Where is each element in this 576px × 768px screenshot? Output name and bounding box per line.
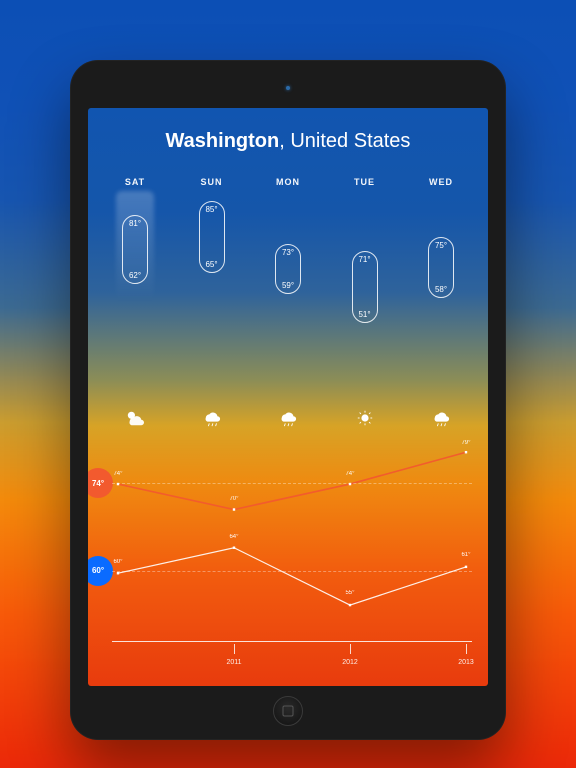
forecast-row: SAT 81° 62° SUN 85° 65° MON 73° 59° TUE 71° 51° WED 7…	[104, 177, 472, 385]
temp-range-pill: 71° 51°	[352, 251, 378, 323]
day-column-mon[interactable]: MON 73° 59°	[257, 177, 319, 385]
rain-icon	[181, 409, 243, 427]
app-screen[interactable]: Washington, United States SAT 81° 62° SUN 85…	[88, 108, 488, 686]
temp-high: 81°	[129, 219, 141, 228]
x-tick-label: 2013	[458, 659, 474, 666]
temp-low: 62°	[129, 271, 141, 280]
data-label: 79°	[461, 440, 470, 446]
x-tick	[350, 644, 351, 654]
temp-range-pill: 73° 59°	[275, 244, 301, 295]
grid-line	[112, 571, 472, 572]
history-chart: 74° 60° 74° 70° 74° 79° 60° 64° 55° 61° 2011 2012…	[88, 428, 488, 686]
chart-lines	[112, 428, 472, 642]
partly-cloudy-icon	[104, 409, 166, 427]
day-column-tue[interactable]: TUE 71° 51°	[334, 177, 396, 385]
day-label: TUE	[334, 177, 396, 187]
temp-high: 71°	[358, 255, 370, 264]
day-label: SUN	[181, 177, 243, 187]
x-tick	[234, 644, 235, 654]
tablet-frame: Washington, United States SAT 81° 62° SUN 85…	[70, 60, 506, 740]
data-label: 60°	[113, 559, 122, 565]
temp-range-pill: 81° 62°	[122, 215, 148, 284]
rain-icon	[410, 409, 472, 427]
title-sep: ,	[279, 130, 290, 152]
city-name: Washington	[166, 130, 280, 152]
temp-high: 85°	[205, 205, 217, 214]
day-label: SAT	[104, 177, 166, 187]
temp-low: 59°	[282, 281, 294, 290]
camera-dot	[286, 86, 290, 90]
data-label: 55°	[345, 590, 354, 596]
temp-low: 51°	[358, 310, 370, 319]
x-tick-label: 2012	[342, 659, 358, 666]
sunny-icon	[334, 409, 396, 427]
x-axis	[112, 641, 472, 642]
temp-high: 73°	[282, 248, 294, 257]
rain-icon	[257, 409, 319, 427]
temp-range-pill: 75° 58°	[428, 237, 454, 298]
location-title: Washington, United States	[88, 130, 488, 153]
day-column-sat[interactable]: SAT 81° 62°	[104, 177, 166, 385]
day-label: MON	[257, 177, 319, 187]
x-tick	[466, 644, 467, 654]
high-badge: 74°	[88, 468, 113, 498]
grid-line	[112, 483, 472, 484]
temp-range-pill: 85° 65°	[199, 201, 225, 273]
low-badge: 60°	[88, 556, 113, 586]
day-column-sun[interactable]: SUN 85° 65°	[181, 177, 243, 385]
data-label: 61°	[461, 552, 470, 558]
data-label: 74°	[113, 471, 122, 477]
data-label: 70°	[229, 496, 238, 502]
temp-low: 58°	[435, 285, 447, 294]
temp-low: 65°	[205, 260, 217, 269]
data-label: 64°	[229, 534, 238, 540]
data-label: 74°	[345, 471, 354, 477]
day-label: WED	[410, 177, 472, 187]
country-name: United States	[290, 130, 410, 152]
day-column-wed[interactable]: WED 75° 58°	[410, 177, 472, 385]
home-button[interactable]	[273, 696, 303, 726]
temp-high: 75°	[435, 241, 447, 250]
x-tick-label: 2011	[226, 659, 241, 666]
